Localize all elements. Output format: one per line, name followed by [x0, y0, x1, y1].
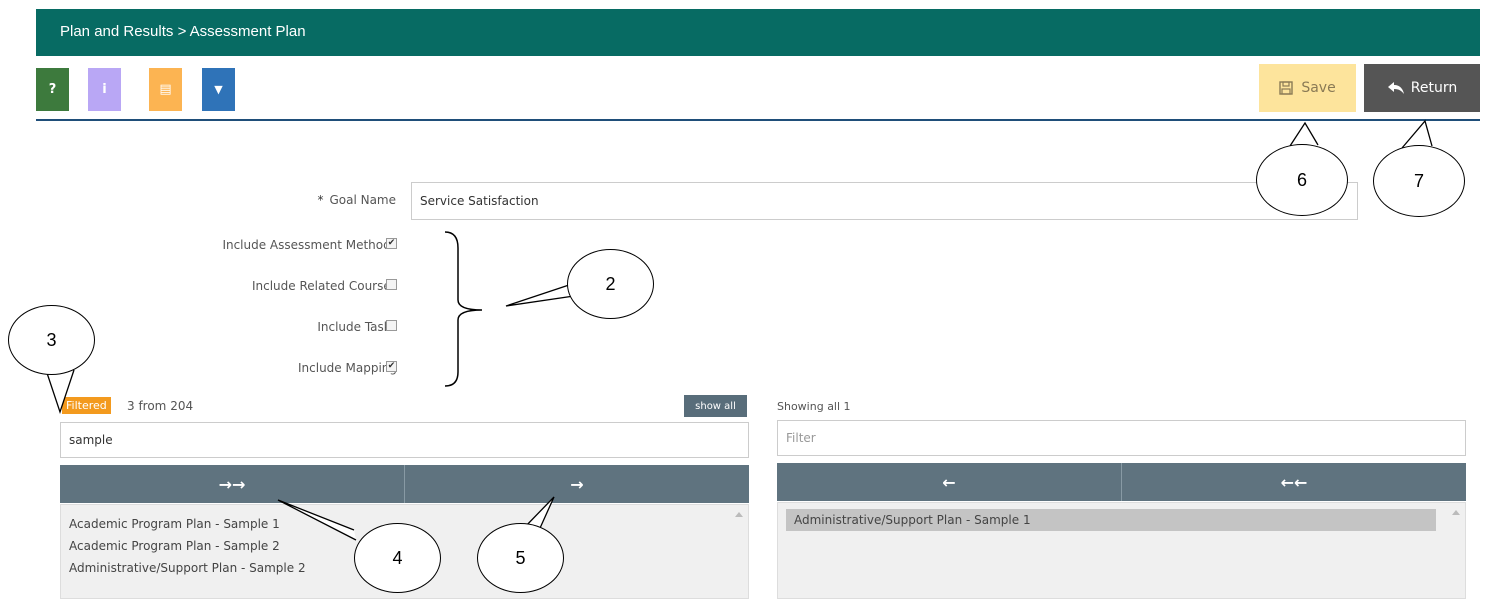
- callout-2: 2: [567, 249, 654, 319]
- callout-5: 5: [477, 523, 564, 593]
- callout-4: 4: [354, 523, 441, 593]
- callout-3: 3: [8, 305, 95, 375]
- annotation-overlay: [45, 119, 1433, 541]
- callout-6: 6: [1256, 144, 1348, 216]
- callout-7: 7: [1373, 145, 1465, 217]
